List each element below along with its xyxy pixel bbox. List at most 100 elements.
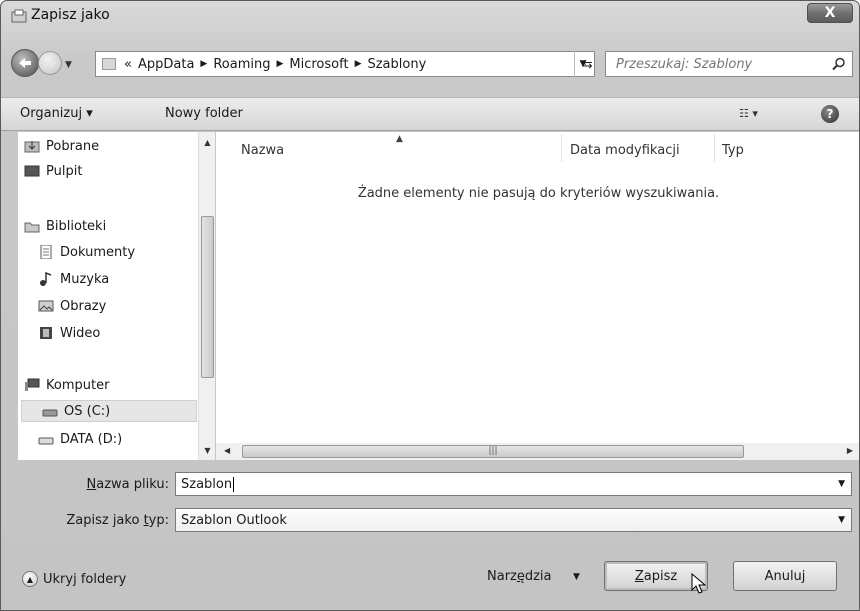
text-caret: [233, 476, 235, 492]
file-type-label-text-end: yp:: [148, 513, 169, 528]
column-header-name[interactable]: Nazwa: [241, 143, 284, 158]
sidebar-item-biblioteki[interactable]: Biblioteki: [24, 215, 106, 237]
tools-menu-button[interactable]: Narzędzia: [487, 569, 552, 584]
video-icon: [40, 327, 52, 339]
sidebar-item-label: Pulpit: [46, 163, 83, 179]
search-input[interactable]: Przeszukaj: Szablony: [605, 51, 853, 77]
cancel-button[interactable]: Anuluj: [733, 561, 837, 591]
file-type-select[interactable]: Szablon Outlook ▼: [175, 508, 852, 532]
computer-icon: [25, 378, 40, 391]
save-label: apisz: [643, 568, 678, 584]
back-button[interactable]: [11, 49, 39, 77]
tools-dropdown-icon[interactable]: ▼: [573, 572, 580, 582]
file-type-label: Zapisz jako typ:: [21, 513, 169, 528]
close-icon: X: [824, 5, 836, 21]
file-type-dropdown-icon[interactable]: ▼: [838, 515, 845, 525]
sidebar-item-label: Pobrane: [46, 138, 100, 154]
sidebar-item-label: Wideo: [60, 325, 101, 341]
address-bar[interactable]: « AppData ▶ Roaming ▶ Microsoft ▶ Szablo…: [95, 51, 595, 77]
sidebar-item-label: OS (C:): [64, 403, 111, 419]
empty-results-message: Żadne elementy nie pasują do kryteriów w…: [357, 186, 720, 201]
sidebar-item-dokumenty[interactable]: Dokumenty: [38, 241, 135, 263]
save-as-dialog: Zapisz jako X ▼ « AppData ▶ Roaming ▶ Mi…: [0, 0, 860, 611]
save-dialog-icon: [11, 9, 27, 23]
column-header-type[interactable]: Typ: [722, 143, 744, 158]
file-type-value: Szablon Outlook: [181, 512, 287, 528]
sort-ascending-icon: ▲: [396, 134, 403, 144]
sidebar-item-pulpit[interactable]: Pulpit: [24, 160, 82, 182]
scroll-thumb[interactable]: |||: [242, 445, 744, 458]
help-icon[interactable]: ?: [821, 105, 839, 123]
hide-folders-label: Ukryj foldery: [43, 571, 127, 587]
sidebar-item-label: Biblioteki: [46, 218, 107, 234]
sidebar-item-muzyka[interactable]: Muzyka: [38, 268, 109, 290]
scroll-right-icon[interactable]: ▶: [847, 446, 853, 455]
tools-label-end: dzia: [524, 569, 552, 584]
folder-icon: [102, 58, 116, 70]
search-placeholder: Przeszukaj: Szablony: [616, 56, 753, 72]
breadcrumb-microsoft[interactable]: Microsoft: [289, 57, 348, 72]
recent-locations-dropdown[interactable]: ▼: [65, 60, 72, 70]
sidebar-item-komputer[interactable]: Komputer: [24, 374, 109, 396]
scroll-down-icon[interactable]: ▼: [199, 442, 216, 458]
title-bar: Zapisz jako X: [1, 1, 859, 31]
view-options-icon[interactable]: ☷ ▾: [739, 107, 758, 120]
file-type-label-text: Zapisz jako: [66, 513, 144, 528]
column-divider[interactable]: [714, 134, 715, 162]
hide-folders-button[interactable]: ▲ Ukryj foldery: [22, 571, 126, 587]
drive-icon: [38, 437, 54, 445]
filename-dropdown-icon[interactable]: ▼: [838, 479, 845, 489]
pictures-icon: [38, 300, 54, 312]
breadcrumb-appdata[interactable]: AppData: [138, 57, 194, 72]
breadcrumb-separator-icon[interactable]: ▶: [276, 59, 283, 69]
sidebar-item-os-c[interactable]: OS (C:): [21, 400, 197, 422]
sidebar-item-label: DATA (D:): [60, 431, 123, 447]
window-title: Zapisz jako: [31, 7, 110, 23]
download-folder-icon: [24, 141, 40, 153]
breadcrumb-separator-icon[interactable]: ▶: [355, 59, 362, 69]
refresh-button[interactable]: ⇆: [574, 51, 600, 77]
filename-label-text: azwa pliku:: [96, 477, 169, 492]
command-toolbar: Organizuj ▾ Nowy folder ☷ ▾ ?: [1, 97, 859, 131]
breadcrumb-roaming[interactable]: Roaming: [213, 57, 270, 72]
navigation-bar: ▼ « AppData ▶ Roaming ▶ Microsoft ▶ Szab…: [1, 49, 859, 81]
scroll-left-icon[interactable]: ◀: [224, 446, 230, 455]
sidebar-item-data-d[interactable]: DATA (D:): [38, 428, 122, 450]
sidebar-item-label: Muzyka: [60, 271, 110, 287]
tools-label-accesskey: ę: [516, 569, 525, 584]
filename-field[interactable]: Szablon ▼: [175, 472, 852, 496]
navigation-scrollbar[interactable]: ▲ ▼: [198, 132, 215, 460]
back-arrow-icon: [19, 58, 31, 68]
forward-arrow-icon: [44, 58, 56, 68]
drive-icon: [42, 409, 58, 417]
close-button[interactable]: X: [807, 3, 853, 23]
navigation-pane: Pobrane Pulpit Biblioteki Dokumenty Muzy…: [18, 132, 198, 460]
forward-button[interactable]: [38, 51, 62, 75]
sidebar-item-pobrane[interactable]: Pobrane: [24, 135, 99, 157]
mouse-cursor-icon: [691, 573, 707, 594]
sidebar-item-wideo[interactable]: Wideo: [38, 322, 100, 344]
organize-menu-button[interactable]: Organizuj ▾: [20, 106, 93, 121]
file-list-scrollbar[interactable]: ◀ ||| ▶: [216, 443, 859, 460]
column-divider[interactable]: [561, 134, 562, 162]
new-folder-button[interactable]: Nowy folder: [165, 106, 243, 121]
scroll-up-icon[interactable]: ▲: [199, 134, 216, 150]
search-icon[interactable]: [832, 57, 846, 71]
collapse-up-icon: ▲: [22, 571, 38, 587]
libraries-icon: [24, 222, 40, 233]
breadcrumb-overflow[interactable]: «: [124, 57, 132, 72]
sidebar-item-obrazy[interactable]: Obrazy: [38, 295, 106, 317]
documents-icon: [40, 245, 52, 259]
breadcrumb-separator-icon[interactable]: ▶: [200, 59, 207, 69]
help-glyph: ?: [826, 107, 834, 121]
scroll-thumb[interactable]: [201, 216, 214, 378]
filename-label-accesskey: N: [86, 477, 97, 492]
sidebar-item-label: Komputer: [46, 377, 110, 393]
tools-label: Narz: [487, 569, 517, 584]
sidebar-item-label: Dokumenty: [60, 244, 136, 260]
filename-label: Nazwa pliku:: [41, 477, 169, 492]
cancel-label: Anuluj: [764, 568, 806, 584]
desktop-icon: [24, 165, 40, 177]
breadcrumb-szablony[interactable]: Szablony: [367, 57, 426, 72]
column-header-modified[interactable]: Data modyfikacji: [570, 143, 680, 158]
